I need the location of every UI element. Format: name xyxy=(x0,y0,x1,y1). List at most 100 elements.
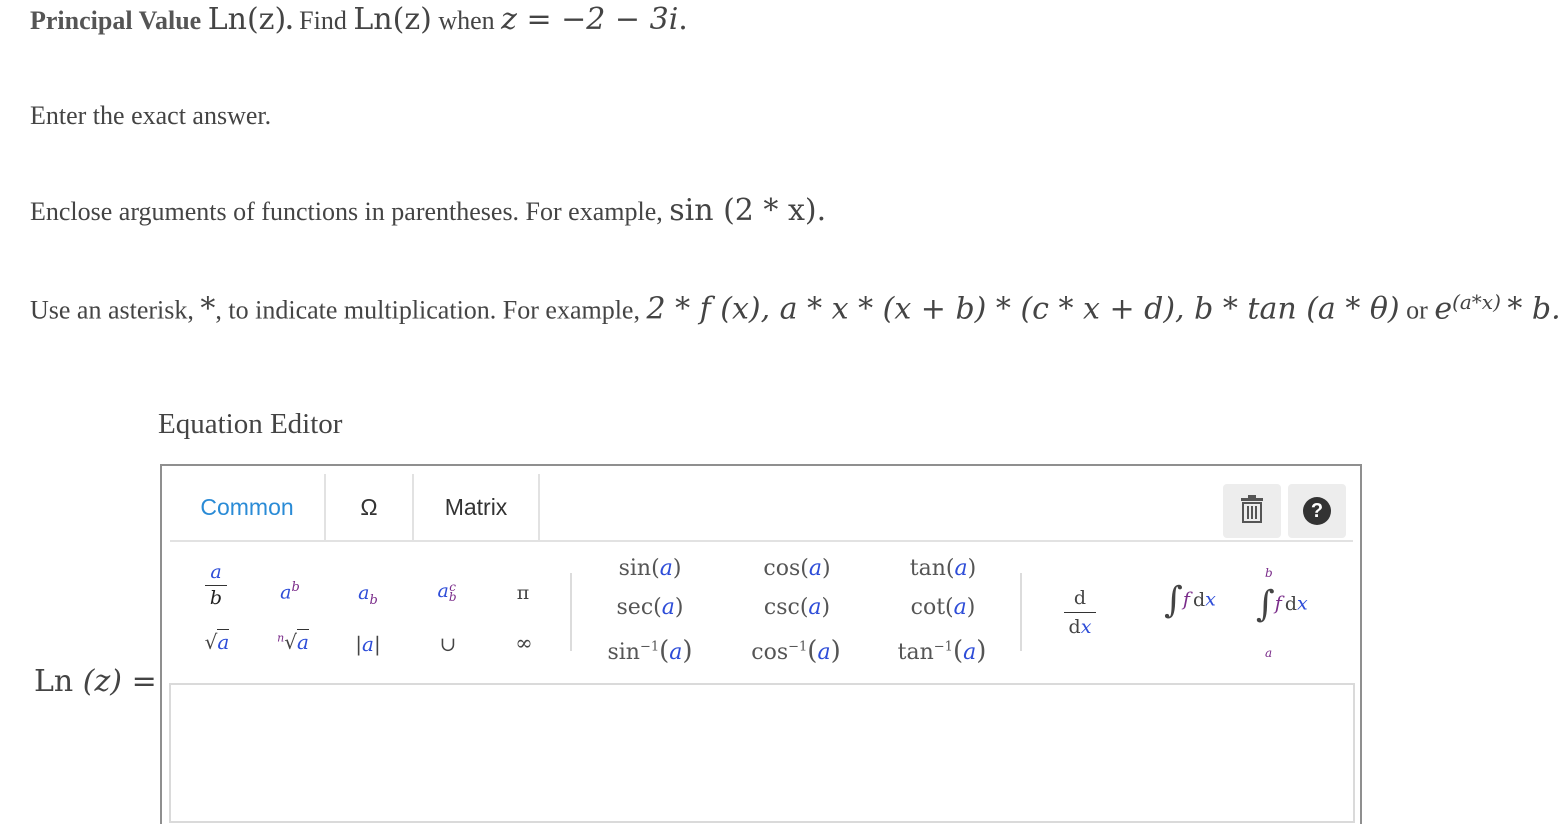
period: . xyxy=(286,6,293,35)
deriv-d: d xyxy=(1068,616,1081,638)
def-integral-sign: ∫ xyxy=(1256,584,1275,625)
when-text: when xyxy=(438,6,495,35)
def-integrand-x: x xyxy=(1296,592,1308,615)
absolute-value-button[interactable]: |a| xyxy=(353,632,383,656)
union-button[interactable]: ∪ xyxy=(436,632,460,656)
power-button[interactable]: ab xyxy=(277,580,303,603)
ln-function-2: Ln xyxy=(353,2,393,37)
derivative-button[interactable]: d dx xyxy=(1062,587,1098,638)
find-text: Find xyxy=(299,6,347,35)
cos-label: cos xyxy=(763,556,801,581)
sqrt-button[interactable]: √a xyxy=(200,629,234,654)
arcsin-arg: a xyxy=(669,640,683,665)
arccos-sup: −1 xyxy=(788,639,808,655)
tan-arg: a xyxy=(954,556,968,581)
frac-denominator: b xyxy=(209,587,223,609)
pow-base: a xyxy=(280,581,292,604)
tan-label: tan xyxy=(909,556,946,581)
sin-button[interactable]: sin(a) xyxy=(605,556,695,581)
z-argument-2: (z) xyxy=(392,2,432,37)
sub-index: b xyxy=(369,592,378,608)
principal-value-label: Principal Value xyxy=(30,6,202,35)
tab-symbols[interactable]: Ω xyxy=(326,474,414,540)
arccos-label: cos xyxy=(751,640,789,665)
sin-arg: a xyxy=(659,556,673,581)
sec-arg: a xyxy=(661,595,675,620)
integrand-f: f xyxy=(1182,588,1190,611)
lower-limit: a xyxy=(1265,646,1273,660)
sqrt-arg: a xyxy=(217,629,230,654)
csc-arg: a xyxy=(808,595,822,620)
infinity-button[interactable]: ∞ xyxy=(510,631,538,655)
tan-button[interactable]: tan(a) xyxy=(898,556,988,581)
tab-matrix[interactable]: Matrix xyxy=(414,474,540,540)
arctan-button[interactable]: tan−1(a) xyxy=(892,636,992,666)
asterisk-text-2: , to indicate multiplication. For exampl… xyxy=(215,295,640,325)
cot-arg: a xyxy=(953,595,967,620)
csc-label: csc xyxy=(763,595,800,620)
cos-button[interactable]: cos(a) xyxy=(752,556,842,581)
sec-label: sec xyxy=(616,595,654,620)
cot-button[interactable]: cot(a) xyxy=(898,595,988,620)
answer-ln: Ln xyxy=(34,664,74,699)
subscript-button[interactable]: ab xyxy=(355,582,381,608)
definite-integral-button[interactable]: b ∫f dx a xyxy=(1256,566,1340,662)
arcsin-button[interactable]: sin−1(a) xyxy=(600,636,700,666)
z-value-expression: z = −2 − 3i xyxy=(501,2,679,37)
pow-exp: b xyxy=(291,580,300,595)
integral-sign: ∫ xyxy=(1164,580,1183,621)
sec-button[interactable]: sec(a) xyxy=(605,595,695,620)
upper-limit: b xyxy=(1265,566,1273,580)
asterisk-text-1: Use an asterisk, xyxy=(30,295,194,325)
instruction-exact: Enter the exact answer. xyxy=(30,101,272,130)
arctan-sup: −1 xyxy=(933,639,953,655)
exp-base: e xyxy=(1434,291,1453,327)
nth-root-button[interactable]: n√a xyxy=(276,629,310,654)
trash-icon xyxy=(1239,494,1265,528)
help-button[interactable]: ? xyxy=(1288,484,1346,538)
pi-button[interactable]: π xyxy=(512,582,534,604)
answer-equals: = xyxy=(131,664,157,699)
csc-button[interactable]: csc(a) xyxy=(752,595,842,620)
multiplication-example: 2 * f (x), a * x * (x + b) * (c * x + d)… xyxy=(646,291,1400,327)
exp-power: (a*x) xyxy=(1452,290,1501,314)
arccos-button[interactable]: cos−1(a) xyxy=(746,636,846,666)
arccos-arg: a xyxy=(817,640,831,665)
answer-z-arg: (z) xyxy=(82,664,123,699)
answer-input[interactable] xyxy=(169,683,1355,823)
instruction-enclose: Enclose arguments of functions in parent… xyxy=(30,193,826,228)
palette-divider-1 xyxy=(570,573,572,651)
equation-editor-title: Equation Editor xyxy=(158,408,343,440)
subsup-base: a xyxy=(437,580,449,602)
question-line: Principal Value Ln(z). Find Ln(z) when z… xyxy=(30,2,688,37)
asterisk-symbol: * xyxy=(200,291,216,327)
instruction-asterisk: Use an asterisk, *, to indicate multipli… xyxy=(30,290,1560,327)
subsup-button[interactable]: acb xyxy=(434,580,460,604)
enclose-example: sin (2 * x). xyxy=(669,193,827,228)
clear-button[interactable] xyxy=(1223,484,1281,538)
integrand-x: x xyxy=(1205,588,1216,611)
ln-function: Ln xyxy=(207,2,247,37)
period-2: . xyxy=(678,2,688,37)
cot-label: cot xyxy=(910,595,946,620)
fraction-button[interactable]: a b xyxy=(202,562,230,609)
or-text: or xyxy=(1406,295,1428,325)
cos-arg: a xyxy=(808,556,822,581)
editor-toolbar: Common Ω Matrix ? xyxy=(170,474,1353,542)
sin-label: sin xyxy=(618,556,652,581)
question-circle-icon: ? xyxy=(1303,497,1331,525)
subsup-sub: b xyxy=(448,590,457,604)
nroot-arg: a xyxy=(296,629,309,654)
integrand-d: d xyxy=(1192,588,1206,611)
sub-base: a xyxy=(358,582,370,604)
arcsin-label: sin xyxy=(607,640,640,665)
answer-label: Ln (z) = xyxy=(34,664,157,699)
sqrt-radical: √ xyxy=(204,630,218,654)
frac-numerator: a xyxy=(210,561,222,583)
tab-common[interactable]: Common xyxy=(170,474,326,540)
exp-tail: * b. xyxy=(1507,291,1560,327)
integral-button[interactable]: ∫f dx xyxy=(1150,580,1230,621)
def-integrand-d: d xyxy=(1284,592,1297,615)
deriv-numerator: d xyxy=(1073,587,1087,609)
enclose-text: Enclose arguments of functions in parent… xyxy=(30,197,663,226)
